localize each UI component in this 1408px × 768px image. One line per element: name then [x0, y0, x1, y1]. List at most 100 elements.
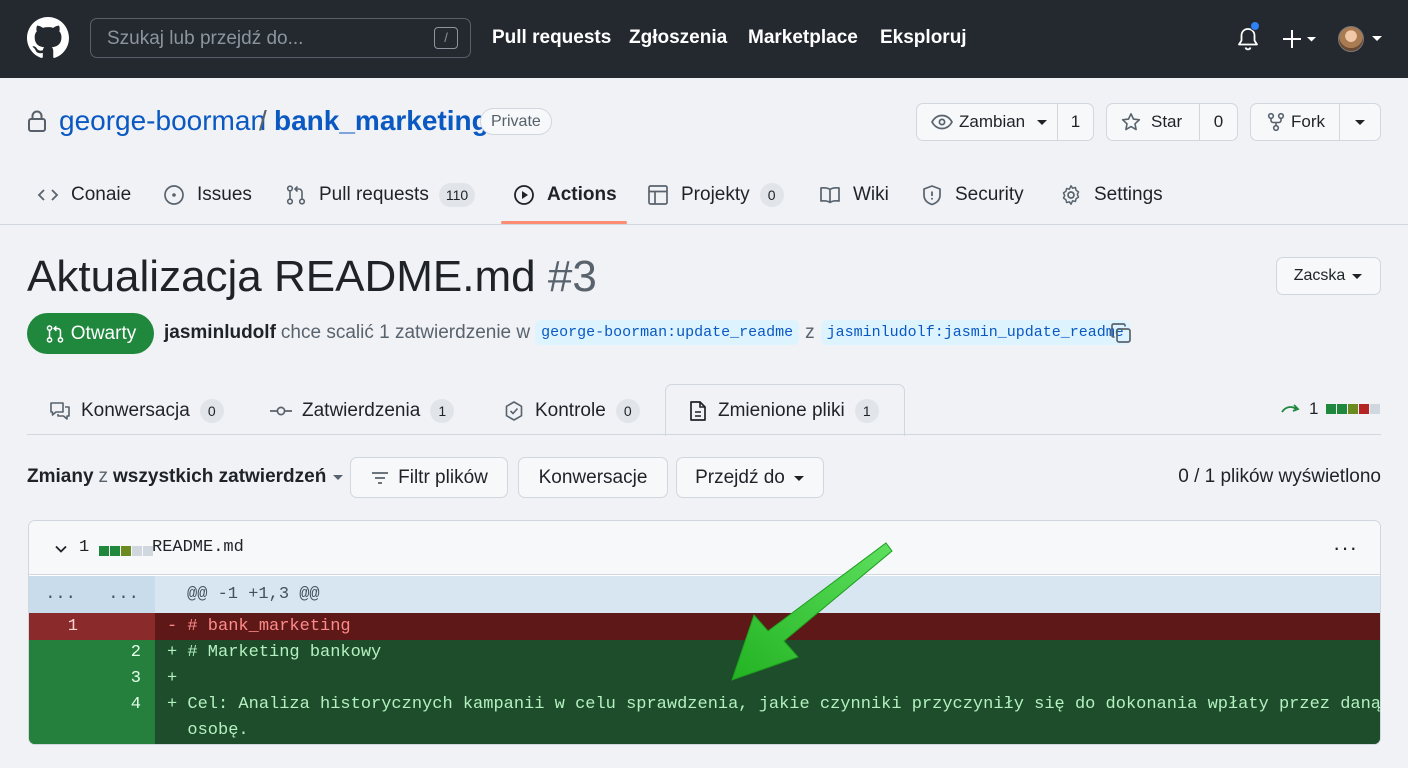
fork-button[interactable]: Fork: [1251, 104, 1339, 140]
star-button[interactable]: Star: [1107, 104, 1199, 140]
new-line-number[interactable]: [92, 613, 155, 640]
repo-name-link[interactable]: bank_marketing: [274, 105, 489, 137]
old-line-number[interactable]: 1: [29, 613, 92, 640]
tab-settings-label: Settings: [1094, 184, 1163, 205]
visibility-badge: Private: [480, 108, 552, 135]
nav-pull-requests[interactable]: Pull requests: [492, 27, 611, 49]
pr-author-link[interactable]: jasminludolf: [164, 322, 276, 344]
arrow-right-icon: [1281, 404, 1300, 413]
pull-requests-counter: 110: [438, 183, 476, 207]
diff-line-code: + Cel: Analiza historycznych kampanii w …: [155, 692, 1380, 718]
changes-middle: z: [98, 466, 109, 487]
play-icon: [514, 185, 534, 205]
search-input[interactable]: Szukaj lub przejdź do... /: [90, 18, 471, 58]
head-branch[interactable]: jasminludolf:jasmin_update_readme: [820, 320, 1130, 345]
tab-code[interactable]: Conaie: [37, 180, 131, 210]
tab-issues-label: Issues: [197, 184, 252, 205]
diffstat-bar: [1326, 399, 1381, 419]
watch-button[interactable]: Zambian: [917, 104, 1057, 140]
chevron-down-icon: [1037, 120, 1048, 125]
diff-line-deletion: 1 - # bank_marketing: [29, 613, 1380, 640]
old-line-number[interactable]: [29, 666, 92, 692]
code-dropdown-button[interactable]: Zacska: [1276, 257, 1381, 295]
new-line-number[interactable]: 3: [92, 666, 155, 692]
chevron-down-icon[interactable]: [1370, 30, 1384, 46]
chevron-down-icon: [1352, 274, 1363, 279]
notification-dot: [1250, 21, 1260, 31]
star-button-group: Star 0: [1106, 103, 1238, 141]
nav-marketplace[interactable]: Marketplace: [748, 27, 858, 49]
file-name[interactable]: README.md: [152, 538, 244, 557]
old-line-number[interactable]: [29, 692, 92, 718]
watch-count[interactable]: 1: [1058, 104, 1093, 140]
tab-commits[interactable]: Zatwierdzenia 1: [270, 396, 455, 426]
expand-down-marker[interactable]: ...: [92, 576, 155, 613]
repo-owner-link[interactable]: george-boorman: [59, 105, 266, 137]
more-options-icon[interactable]: ···: [1333, 535, 1358, 561]
tab-code-label: Conaie: [71, 184, 132, 205]
book-icon: [820, 186, 840, 204]
base-branch[interactable]: george-boorman:update_readme: [535, 320, 800, 345]
tab-pull-requests[interactable]: Pull requests 110: [285, 180, 476, 210]
file-change-count: 1: [79, 538, 90, 557]
tab-settings[interactable]: Settings: [1060, 180, 1163, 210]
tab-commits-label: Zatwierdzenia: [302, 400, 421, 421]
nav-explore[interactable]: Eksploruj: [880, 27, 967, 49]
changes-prefix: Zmiany: [27, 466, 94, 487]
copy-icon[interactable]: [1110, 322, 1132, 344]
code-icon: [37, 189, 59, 201]
issue-opened-icon: [164, 185, 184, 205]
tab-projects-label: Projekty: [681, 184, 750, 205]
tab-projects[interactable]: Projekty 0: [647, 180, 784, 210]
conversations-button[interactable]: Konwersacje: [518, 457, 668, 498]
filter-icon: [372, 471, 389, 484]
new-line-number[interactable]: 2: [92, 640, 155, 666]
diff-file: 1 README.md ··· ... ... @@ -1 +1,3 @@ 1 …: [28, 520, 1381, 745]
nav-issues[interactable]: Zgłoszenia: [629, 27, 727, 49]
new-line-number[interactable]: 4: [92, 692, 155, 718]
table-icon: [648, 185, 668, 205]
diff-line-addition: 3 +: [29, 666, 1380, 692]
jump-to-button[interactable]: Przejdź do: [676, 457, 824, 498]
github-logo-icon[interactable]: [27, 17, 69, 59]
old-line-number[interactable]: [29, 640, 92, 666]
diffstat-summary: 1: [1281, 399, 1381, 419]
tab-security[interactable]: Security: [921, 180, 1024, 210]
chevron-down-icon[interactable]: [53, 541, 69, 557]
diffstat-count: 1: [1309, 399, 1319, 418]
tab-wiki[interactable]: Wiki: [819, 180, 889, 210]
diff-line-addition: 4 + Cel: Analiza historycznych kampanii …: [29, 692, 1380, 718]
code-dropdown-label: Zacska: [1293, 267, 1346, 284]
eye-icon: [931, 114, 953, 130]
file-filter-button[interactable]: Filtr plików: [350, 457, 508, 498]
shield-icon: [923, 185, 941, 206]
pr-title-text: Aktualizacja README.md: [27, 252, 536, 301]
fork-button-group: Fork: [1250, 103, 1381, 141]
expand-up-marker[interactable]: ...: [29, 576, 92, 613]
checks-icon: [505, 401, 523, 421]
star-count[interactable]: 0: [1200, 104, 1237, 140]
repo-path-separator: /: [259, 105, 267, 136]
tab-issues[interactable]: Issues: [163, 180, 252, 210]
create-new-icon[interactable]: [1282, 27, 1318, 51]
diff-line-addition: 2 + # Marketing bankowy: [29, 640, 1380, 666]
tab-pull-requests-label: Pull requests: [319, 184, 429, 205]
tab-wiki-label: Wiki: [853, 184, 889, 205]
tab-files-changed[interactable]: Zmienione pliki 1: [688, 396, 879, 426]
file-filter-label: Filtr plików: [398, 466, 488, 488]
tab-checks-label: Kontrole: [535, 400, 606, 421]
page-title: Aktualizacja README.md #3: [27, 252, 597, 302]
fork-label: Fork: [1291, 112, 1325, 131]
fork-options-button[interactable]: [1340, 104, 1380, 140]
changes-scope-dropdown[interactable]: Zmiany z wszystkich zatwierdzeń: [27, 466, 345, 488]
tab-checks[interactable]: Kontrole 0: [503, 396, 640, 426]
avatar[interactable]: [1338, 26, 1364, 52]
diff-file-header: 1 README.md ···: [29, 521, 1380, 575]
lock-icon: [28, 110, 46, 132]
tab-conversation[interactable]: Konwersacja 0: [49, 396, 224, 426]
diff-line-code: osobę.: [155, 718, 1380, 744]
changes-scope: wszystkich zatwierdzeń: [113, 466, 327, 487]
tab-actions[interactable]: Actions: [513, 180, 617, 210]
files-changed-counter: 1: [854, 399, 879, 423]
commit-icon: [270, 406, 292, 416]
